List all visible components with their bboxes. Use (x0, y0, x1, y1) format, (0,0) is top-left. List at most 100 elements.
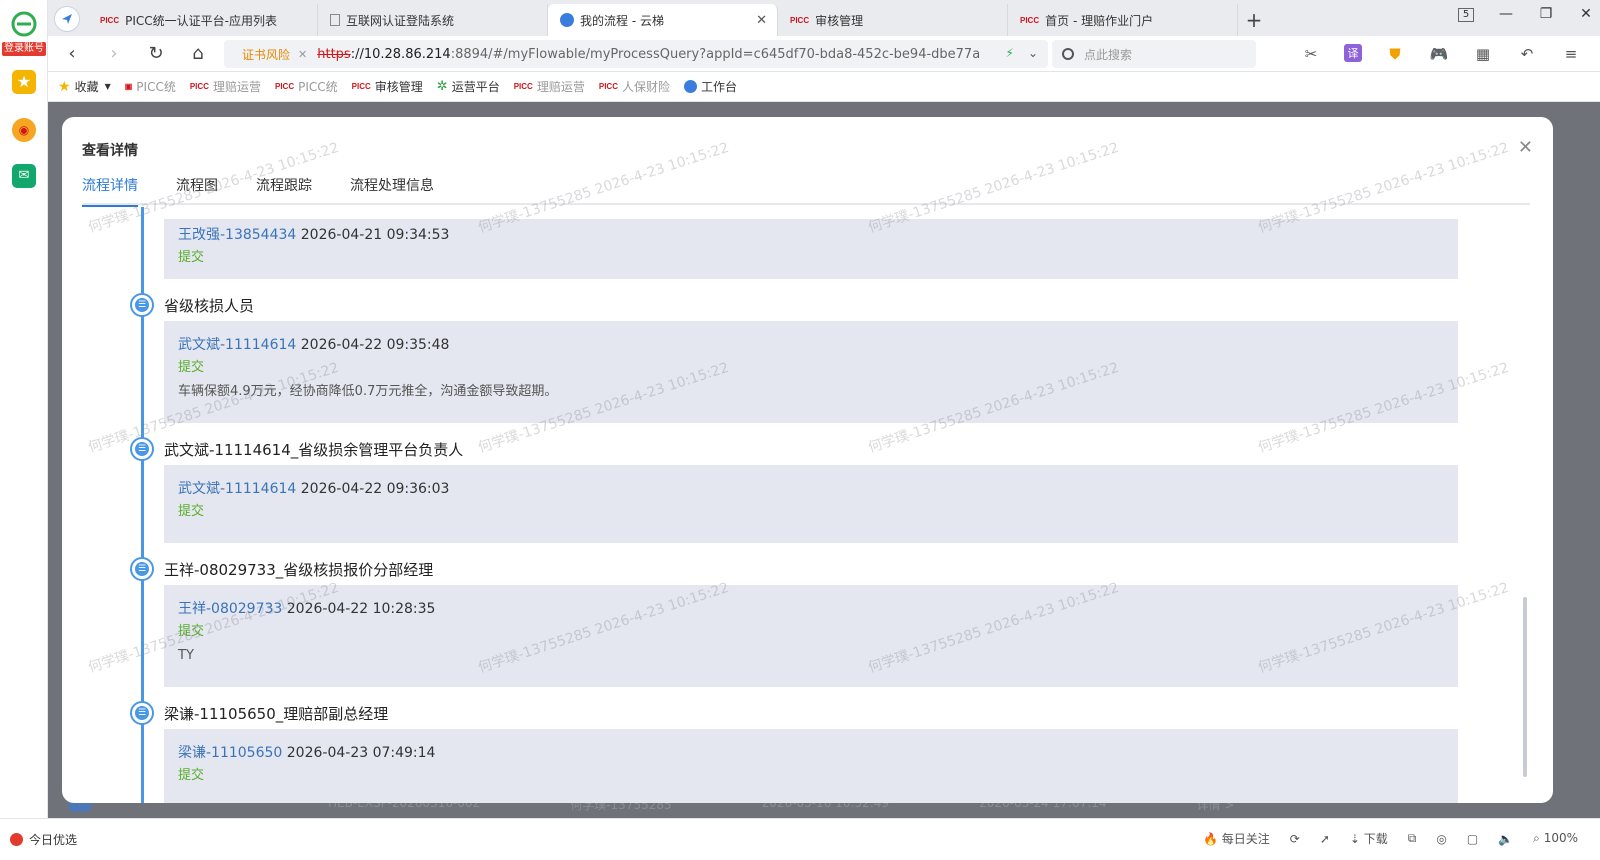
action-label: 提交 (178, 768, 205, 783)
browser-tab-bar: PICC PICC统一认证平台-应用列表 互联网认证登陆系统 我的流程 - 云梯… (48, 0, 1600, 36)
handler-name[interactable]: 梁谦-11105650 (178, 745, 282, 761)
action-label: 提交 (178, 250, 205, 265)
handled-time: 2026-04-22 09:36:03 (300, 481, 450, 497)
chevron-down-icon[interactable]: ⌄ (1028, 46, 1038, 60)
handler-name[interactable]: 武文斌-11114614 (178, 481, 296, 497)
vertical-scrollbar[interactable] (1523, 597, 1527, 777)
node-title: 王祥-08029733_省级核损报价分部经理 (164, 561, 434, 579)
zoom-control[interactable]: ⌕ 100% (1533, 831, 1578, 846)
yunti-icon (684, 80, 697, 93)
reload-icon[interactable]: ↻ (144, 43, 168, 64)
tab-process-detail[interactable]: 流程详情 (82, 175, 138, 207)
bookmark-label: 理赔运营 (212, 80, 261, 94)
home-icon[interactable]: ⌂ (186, 43, 210, 64)
daily-picks-icon (10, 833, 23, 846)
search-input[interactable]: 点此搜索 (1052, 40, 1256, 68)
picc-favicon-icon: PICC (100, 15, 120, 25)
login-account-badge[interactable]: 登录账号 (2, 42, 46, 56)
bookmark-label: 运营平台 (451, 80, 500, 94)
action-label: 提交 (178, 360, 205, 375)
daily-picks[interactable]: 今日优选 (10, 831, 77, 848)
lightning-icon[interactable]: ⚡ (1006, 46, 1014, 60)
timeline-node-icon: ☰ (130, 557, 154, 581)
bookmark-label: 审核管理 (374, 80, 423, 94)
tab-process-handling-info[interactable]: 流程处理信息 (350, 175, 434, 205)
tab-internet-auth[interactable]: 互联网认证登陆系统 (318, 4, 548, 36)
timeline-card: 武文斌-11114614 2026-04-22 09:36:03 提交 (164, 465, 1458, 543)
new-tab-button[interactable]: + (1238, 4, 1270, 36)
bookmark-workbench[interactable]: 工作台 (684, 78, 737, 95)
picc-favicon-icon: PICC (1020, 15, 1040, 25)
volume-icon[interactable]: 🔈 (1498, 832, 1513, 846)
tab-process-diagram[interactable]: 流程图 (176, 175, 218, 205)
browser-icon[interactable]: ◎ (1436, 832, 1446, 846)
mail-icon[interactable]: ✉ (12, 164, 36, 188)
left-sidebar: 登录账号 ★ ◉ ✉ (0, 0, 48, 860)
rocket-icon[interactable]: ➚ (1320, 832, 1330, 846)
tab-picc-app-list[interactable]: PICC PICC统一认证平台-应用列表 (88, 4, 318, 36)
bookmark-audit[interactable]: PICC 审核管理 (352, 78, 423, 95)
navigation-compass-icon[interactable] (54, 6, 80, 32)
search-placeholder: 点此搜索 (1084, 47, 1133, 62)
daily-focus[interactable]: 🔥 每日关注 (1203, 830, 1270, 847)
restore-icon[interactable]: ❐ (1538, 6, 1554, 22)
gamepad-icon[interactable]: 🎮 (1428, 44, 1450, 64)
bookmark-claims-ops-2[interactable]: PICC 理赔运营 (514, 78, 585, 95)
close-window-icon[interactable]: ✕ (1578, 6, 1594, 22)
tab-my-process[interactable]: 我的流程 - 云梯 ✕ (548, 4, 778, 36)
weibo-icon[interactable]: ◉ (12, 118, 36, 142)
timeline-card: 王改强-13854434 2026-04-21 09:34:53 提交 (164, 219, 1458, 279)
handler-name[interactable]: 王改强-13854434 (178, 227, 296, 243)
star-icon: ★ (58, 78, 71, 95)
tab-claims-portal[interactable]: PICC 首页 - 理赔作业门户 (1008, 4, 1238, 36)
action-label: 提交 (178, 504, 205, 519)
scissors-icon[interactable]: ✂ (1300, 44, 1322, 64)
timeline-card: 梁谦-11105650 2026-04-23 07:49:14 提交 (164, 729, 1458, 803)
close-icon[interactable]: ✕ (1518, 137, 1533, 158)
browser-logo-icon[interactable] (8, 10, 40, 38)
card-header: 武文斌-11114614 2026-04-22 09:36:03 (178, 478, 1444, 500)
picc-icon: PICC (189, 82, 209, 91)
tab-process-tracking[interactable]: 流程跟踪 (256, 175, 312, 205)
tab-count-badge[interactable]: 5 (1458, 8, 1474, 22)
bookmark-ops-platform[interactable]: ✲ 运营平台 (437, 78, 500, 95)
shield-icon[interactable]: ⛊ (1384, 44, 1406, 64)
apps-grid-icon[interactable]: ▦ (1472, 44, 1494, 64)
bookmark-favorites[interactable]: ★ 收藏 ▼ (58, 78, 111, 95)
bookmark-label: 收藏 (74, 80, 99, 94)
bookmark-picc-1[interactable]: ▣ PICC统 (125, 78, 176, 95)
picc-icon: PICC (513, 82, 533, 91)
handler-name[interactable]: 武文斌-11114614 (178, 337, 296, 353)
tab-title: PICC统一认证平台-应用列表 (125, 13, 277, 28)
bookmark-label: 理赔运营 (536, 80, 585, 94)
address-bar[interactable]: 证书风险 ✕ https ://10.28.86.214 :8894/#/myF… (224, 40, 1048, 68)
handled-time: 2026-04-23 07:49:14 (286, 745, 436, 761)
layers-icon[interactable]: ⧉ (1408, 831, 1417, 846)
favorites-star-icon[interactable]: ★ (12, 70, 36, 94)
document-favicon-icon (330, 14, 340, 26)
bookmark-claims-ops-1[interactable]: PICC 理赔运营 (190, 78, 261, 95)
modal-tabs: 流程详情 流程图 流程跟踪 流程处理信息 (82, 175, 1530, 207)
bookmark-label: PICC统 (298, 80, 338, 94)
download-label: 下载 (1363, 832, 1388, 846)
undo-icon[interactable]: ↶ (1516, 44, 1538, 64)
minimize-icon[interactable]: — (1498, 6, 1514, 22)
cert-risk-label[interactable]: 证书风险 (242, 46, 290, 63)
bookmark-label: 人保财险 (621, 80, 670, 94)
tab-audit-management[interactable]: PICC 审核管理 (778, 4, 1008, 36)
translate-icon[interactable]: 译 (1344, 44, 1362, 62)
insecure-icon: ✕ (298, 47, 308, 61)
card-header: 王祥-08029733 2026-04-22 10:28:35 (178, 598, 1444, 620)
download-button[interactable]: ⇣ 下载 (1350, 830, 1388, 847)
forward-icon[interactable]: › (102, 43, 126, 64)
bookmark-picc-insurance[interactable]: PICC 人保财险 (599, 78, 670, 95)
back-icon[interactable]: ‹ (60, 43, 84, 64)
bookmark-picc-2[interactable]: PICC PICC统 (275, 78, 338, 95)
handler-name[interactable]: 王祥-08029733 (178, 601, 282, 617)
window-icon[interactable]: ▢ (1467, 832, 1478, 846)
tab-close-icon[interactable]: ✕ (756, 13, 767, 28)
menu-icon[interactable]: ≡ (1560, 44, 1582, 64)
tab-title: 我的流程 - 云梯 (580, 13, 664, 28)
bookmark-label: PICC统 (136, 80, 176, 94)
refresh-circle-icon[interactable]: ⟳ (1290, 832, 1300, 846)
